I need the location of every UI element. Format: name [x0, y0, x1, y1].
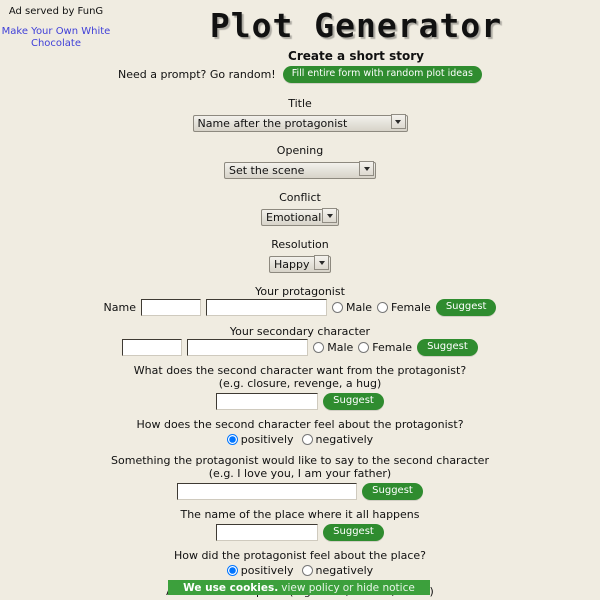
place-name-suggest-button[interactable]: Suggest — [323, 524, 384, 541]
conflict-select-wrap[interactable]: Emotional — [261, 206, 339, 226]
story-form: Need a prompt? Go random! Fill entire fo… — [0, 66, 600, 600]
say-row: Suggest — [0, 483, 600, 500]
protagonist-female-radio[interactable] — [377, 302, 389, 313]
secondary-first-name-input[interactable] — [122, 339, 183, 356]
protagonist-heading: Your protagonist — [255, 285, 345, 298]
secondary-suggest-button[interactable]: Suggest — [417, 339, 478, 356]
conflict-field-group: Conflict Emotional — [0, 190, 600, 226]
resolution-label: Resolution — [271, 238, 329, 251]
opening-field-group: Opening Set the scene — [0, 143, 600, 179]
conflict-select[interactable]: Emotional — [261, 209, 339, 226]
opening-label: Opening — [276, 144, 324, 157]
say-group: Something the protagonist would like to … — [0, 454, 600, 500]
random-prompt-label: Need a prompt? Go random! — [118, 67, 276, 81]
ad-block: Ad served by FunG Make Your Own White Ch… — [0, 6, 112, 50]
feel-place-group: How did the protagonist feel about the p… — [0, 549, 600, 577]
want-suggest-button[interactable]: Suggest — [323, 393, 384, 410]
secondary-male-label: Male — [327, 341, 354, 354]
random-prompt-row: Need a prompt? Go random! Fill entire fo… — [0, 66, 600, 83]
place-name-input[interactable] — [216, 524, 319, 541]
protagonist-last-name-input[interactable] — [205, 299, 327, 316]
cookie-notice: We use cookies. view policy or hide noti… — [168, 580, 430, 595]
place-name-group: The name of the place where it all happe… — [0, 508, 600, 541]
cookie-view-policy-link[interactable]: view policy — [281, 582, 339, 594]
cookie-hide-notice-link[interactable]: hide notice — [356, 582, 414, 594]
protagonist-group: Your protagonist Name Male Female Sugges… — [0, 284, 600, 316]
title-field-group: Title Name after the protagonist — [0, 96, 600, 132]
feel-place-positive-radio[interactable] — [226, 565, 238, 576]
page-title: Plot Generator — [209, 6, 503, 45]
secondary-last-name-input[interactable] — [187, 339, 309, 356]
secondary-heading: Your secondary character — [229, 325, 371, 338]
resolution-select-wrap[interactable]: Happy — [269, 253, 331, 273]
place-name-question: The name of the place where it all happe… — [180, 508, 420, 521]
feel-place-options: positively negatively — [0, 564, 600, 577]
feel-protagonist-positive[interactable]: positively — [226, 433, 294, 446]
protagonist-gender-male[interactable]: Male — [331, 301, 373, 314]
protagonist-first-name-input[interactable] — [140, 299, 201, 316]
secondary-character-group: Your secondary character Male Female Sug… — [0, 324, 600, 356]
protagonist-name-label: Name — [103, 300, 136, 314]
feel-protagonist-negative-label: negatively — [315, 433, 374, 446]
resolution-field-group: Resolution Happy — [0, 237, 600, 273]
opening-select-wrap[interactable]: Set the scene — [224, 159, 376, 179]
feel-protagonist-negative-radio[interactable] — [301, 434, 313, 445]
secondary-gender-male[interactable]: Male — [313, 341, 353, 354]
protagonist-suggest-button[interactable]: Suggest — [435, 299, 497, 316]
secondary-female-radio[interactable] — [358, 342, 370, 353]
feel-protagonist-positive-radio[interactable] — [226, 434, 238, 445]
cookie-notice-title: We use cookies. — [183, 581, 279, 594]
feel-protagonist-options: positively negatively — [0, 433, 600, 446]
opening-select[interactable]: Set the scene — [224, 162, 376, 179]
protagonist-male-label: Male — [345, 301, 373, 314]
title-select-wrap[interactable]: Name after the protagonist — [192, 112, 408, 132]
want-input[interactable] — [216, 393, 319, 410]
page-subtitle: Create a short story — [288, 49, 424, 63]
feel-place-negative-label: negatively — [315, 564, 374, 577]
feel-place-positive[interactable]: positively — [226, 564, 294, 577]
secondary-female-label: Female — [372, 341, 413, 354]
title-label: Title — [288, 97, 312, 110]
ad-served-by-label: Ad served by FunG — [8, 6, 104, 17]
feel-protagonist-positive-label: positively — [240, 433, 294, 446]
resolution-select[interactable]: Happy — [269, 256, 331, 273]
secondary-male-radio[interactable] — [313, 342, 325, 353]
feel-protagonist-question: How does the second character feel about… — [136, 418, 464, 431]
want-row: Suggest — [0, 393, 600, 410]
page-root: Ad served by FunG Make Your Own White Ch… — [0, 0, 600, 600]
say-hint: (e.g. I love you, I am your father) — [208, 467, 392, 480]
protagonist-male-radio[interactable] — [331, 302, 343, 313]
feel-place-negative-radio[interactable] — [301, 565, 313, 576]
say-suggest-button[interactable]: Suggest — [362, 483, 423, 500]
feel-place-question: How did the protagonist feel about the p… — [173, 549, 427, 562]
want-hint: (e.g. closure, revenge, a hug) — [218, 377, 382, 390]
fill-random-button[interactable]: Fill entire form with random plot ideas — [282, 66, 482, 83]
protagonist-row: Name Male Female Suggest — [0, 299, 600, 316]
ad-link[interactable]: Make Your Own White Chocolate — [0, 26, 112, 50]
say-question: Something the protagonist would like to … — [111, 454, 489, 467]
feel-place-positive-label: positively — [240, 564, 294, 577]
conflict-label: Conflict — [279, 191, 321, 204]
page-header: Plot Generator Create a short story — [112, 0, 600, 64]
want-question: What does the second character want from… — [133, 364, 467, 377]
place-name-row: Suggest — [0, 524, 600, 541]
cookie-or-label: or — [342, 581, 354, 594]
protagonist-female-label: Female — [391, 301, 431, 314]
secondary-gender-female[interactable]: Female — [358, 341, 412, 354]
feel-place-negative[interactable]: negatively — [301, 564, 374, 577]
protagonist-gender-female[interactable]: Female — [377, 301, 431, 314]
say-input[interactable] — [177, 483, 358, 500]
secondary-row: Male Female Suggest — [0, 339, 600, 356]
want-group: What does the second character want from… — [0, 364, 600, 410]
feel-protagonist-group: How does the second character feel about… — [0, 418, 600, 446]
feel-protagonist-negative[interactable]: negatively — [301, 433, 374, 446]
title-select[interactable]: Name after the protagonist — [192, 115, 408, 132]
